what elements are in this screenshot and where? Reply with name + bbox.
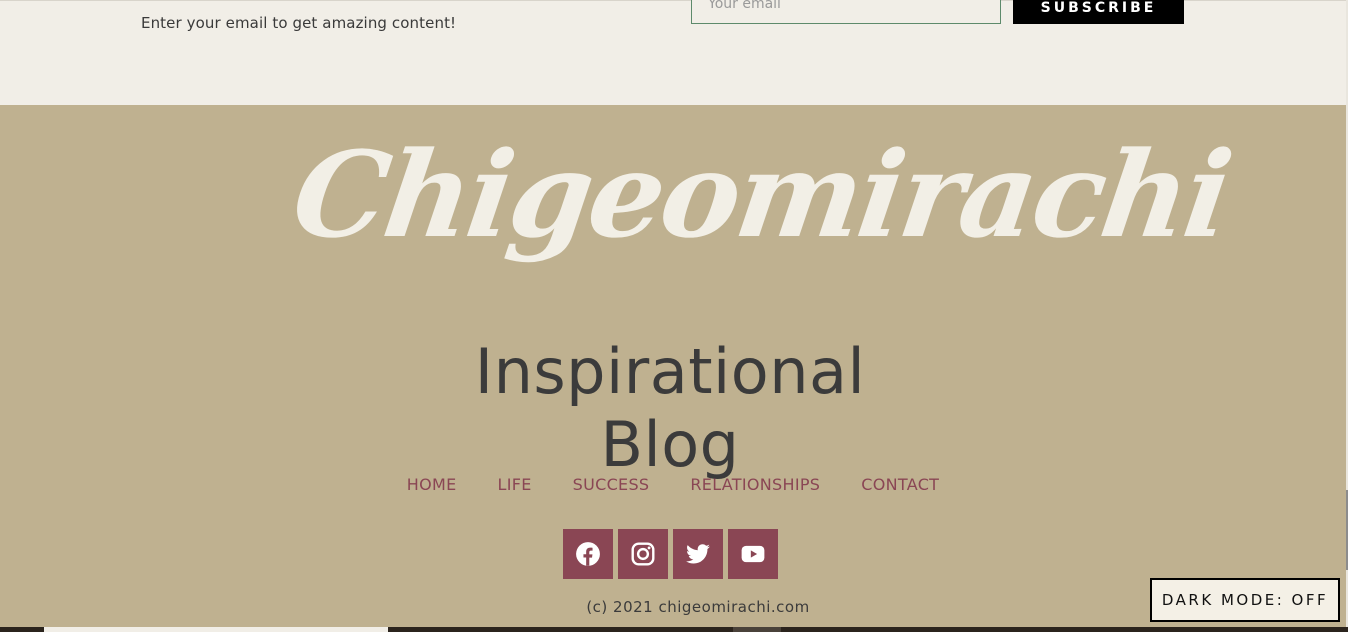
dark-mode-toggle[interactable]: DARK MODE: OFF (1150, 578, 1340, 622)
youtube-icon (741, 545, 765, 563)
bottom-strip-grey (733, 627, 781, 632)
site-subtitle: Inspirational Blog (474, 335, 866, 481)
email-field[interactable] (691, 0, 1001, 24)
footer-nav: HOME LIFE SUCCESS RELATIONSHIPS CONTACT (0, 475, 1346, 494)
twitter-link[interactable] (673, 529, 723, 579)
instagram-icon (631, 542, 655, 566)
nav-item-life[interactable]: LIFE (497, 475, 531, 494)
newsletter-section: Enter your email to get amazing content!… (0, 0, 1346, 105)
bottom-strip (0, 627, 1348, 632)
facebook-icon (576, 542, 600, 566)
nav-item-contact[interactable]: CONTACT (861, 475, 939, 494)
copyright-text: (c) 2021 chigeomirachi.com (586, 598, 810, 616)
twitter-icon (686, 544, 710, 564)
newsletter-tagline: Enter your email to get amazing content! (141, 14, 457, 32)
facebook-link[interactable] (563, 529, 613, 579)
site-logo[interactable]: Chigeomirachi (285, 125, 1237, 264)
nav-item-success[interactable]: SUCCESS (573, 475, 650, 494)
footer: Chigeomirachi Inspirational Blog HOME LI… (0, 105, 1346, 632)
bottom-strip-light (44, 627, 388, 632)
instagram-link[interactable] (618, 529, 668, 579)
nav-item-home[interactable]: HOME (407, 475, 457, 494)
youtube-link[interactable] (728, 529, 778, 579)
subscribe-button[interactable]: SUBSCRIBE (1013, 0, 1184, 24)
social-links (563, 529, 778, 579)
nav-item-relationships[interactable]: RELATIONSHIPS (690, 475, 820, 494)
